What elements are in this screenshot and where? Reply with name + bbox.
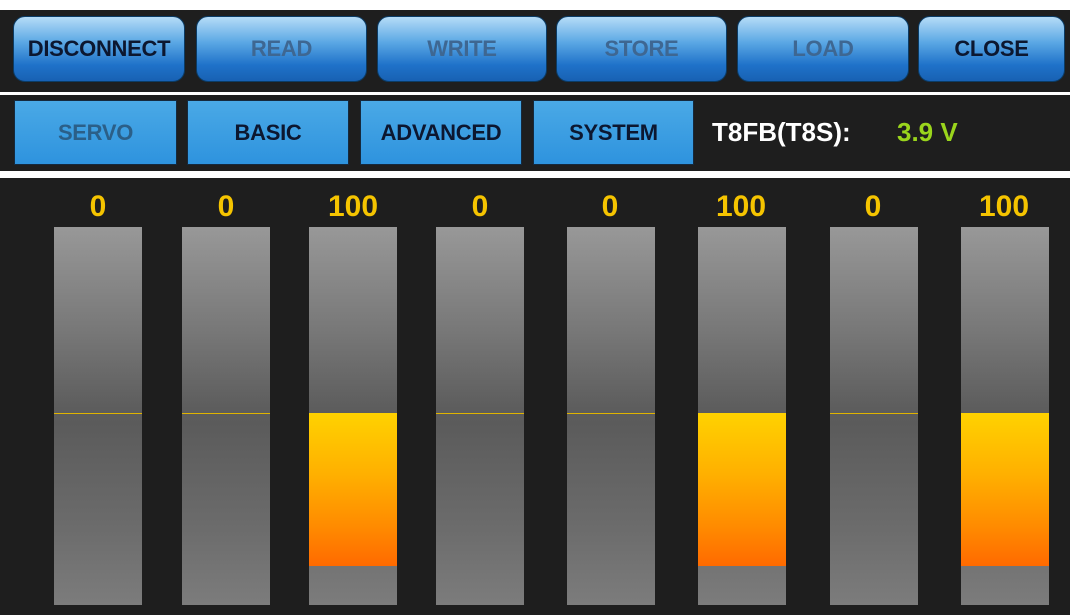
center-line — [54, 413, 142, 414]
channel-6-fill — [698, 413, 786, 566]
tab-basic[interactable]: BASIC — [187, 100, 349, 165]
tab-bar: SERVO BASIC ADVANCED SYSTEM T8FB(T8S): 3… — [0, 95, 1070, 171]
write-button[interactable]: WRITE — [377, 16, 547, 82]
channel-6-bar — [698, 227, 786, 605]
channel-5-value: 0 — [601, 190, 619, 223]
tab-system[interactable]: SYSTEM — [533, 100, 694, 165]
center-line — [182, 413, 270, 414]
center-line — [830, 413, 918, 414]
channel-7-bar — [830, 227, 918, 605]
top-toolbar: DISCONNECT READ WRITE STORE LOAD CLOSE — [0, 10, 1070, 92]
channel-4-bar — [436, 227, 524, 605]
channel-8-bar — [961, 227, 1049, 605]
channel-1-value: 0 — [89, 190, 107, 223]
channel-6-value: 100 — [715, 190, 767, 223]
channel-3-bar — [309, 227, 397, 605]
servo-monitor: 0 0 100 0 0 100 0 100 — [0, 178, 1070, 615]
read-button[interactable]: READ — [196, 16, 367, 82]
channel-2-value: 0 — [217, 190, 235, 223]
device-label: T8FB(T8S): — [712, 117, 851, 147]
voltage-readout: 3.9 V — [897, 117, 958, 147]
channel-2-bar — [182, 227, 270, 605]
tab-servo[interactable]: SERVO — [14, 100, 177, 165]
load-button[interactable]: LOAD — [737, 16, 909, 82]
channel-7-value: 0 — [864, 190, 882, 223]
store-button[interactable]: STORE — [556, 16, 727, 82]
channel-5-bar — [567, 227, 655, 605]
channel-8-value: 100 — [978, 190, 1030, 223]
center-line — [436, 413, 524, 414]
disconnect-button[interactable]: DISCONNECT — [13, 16, 185, 82]
channel-3-fill — [309, 413, 397, 566]
channel-8-fill — [961, 413, 1049, 566]
channel-3-value: 100 — [327, 190, 379, 223]
close-button[interactable]: CLOSE — [918, 16, 1065, 82]
tab-advanced[interactable]: ADVANCED — [360, 100, 522, 165]
channel-4-value: 0 — [471, 190, 489, 223]
channel-1-bar — [54, 227, 142, 605]
center-line — [567, 413, 655, 414]
